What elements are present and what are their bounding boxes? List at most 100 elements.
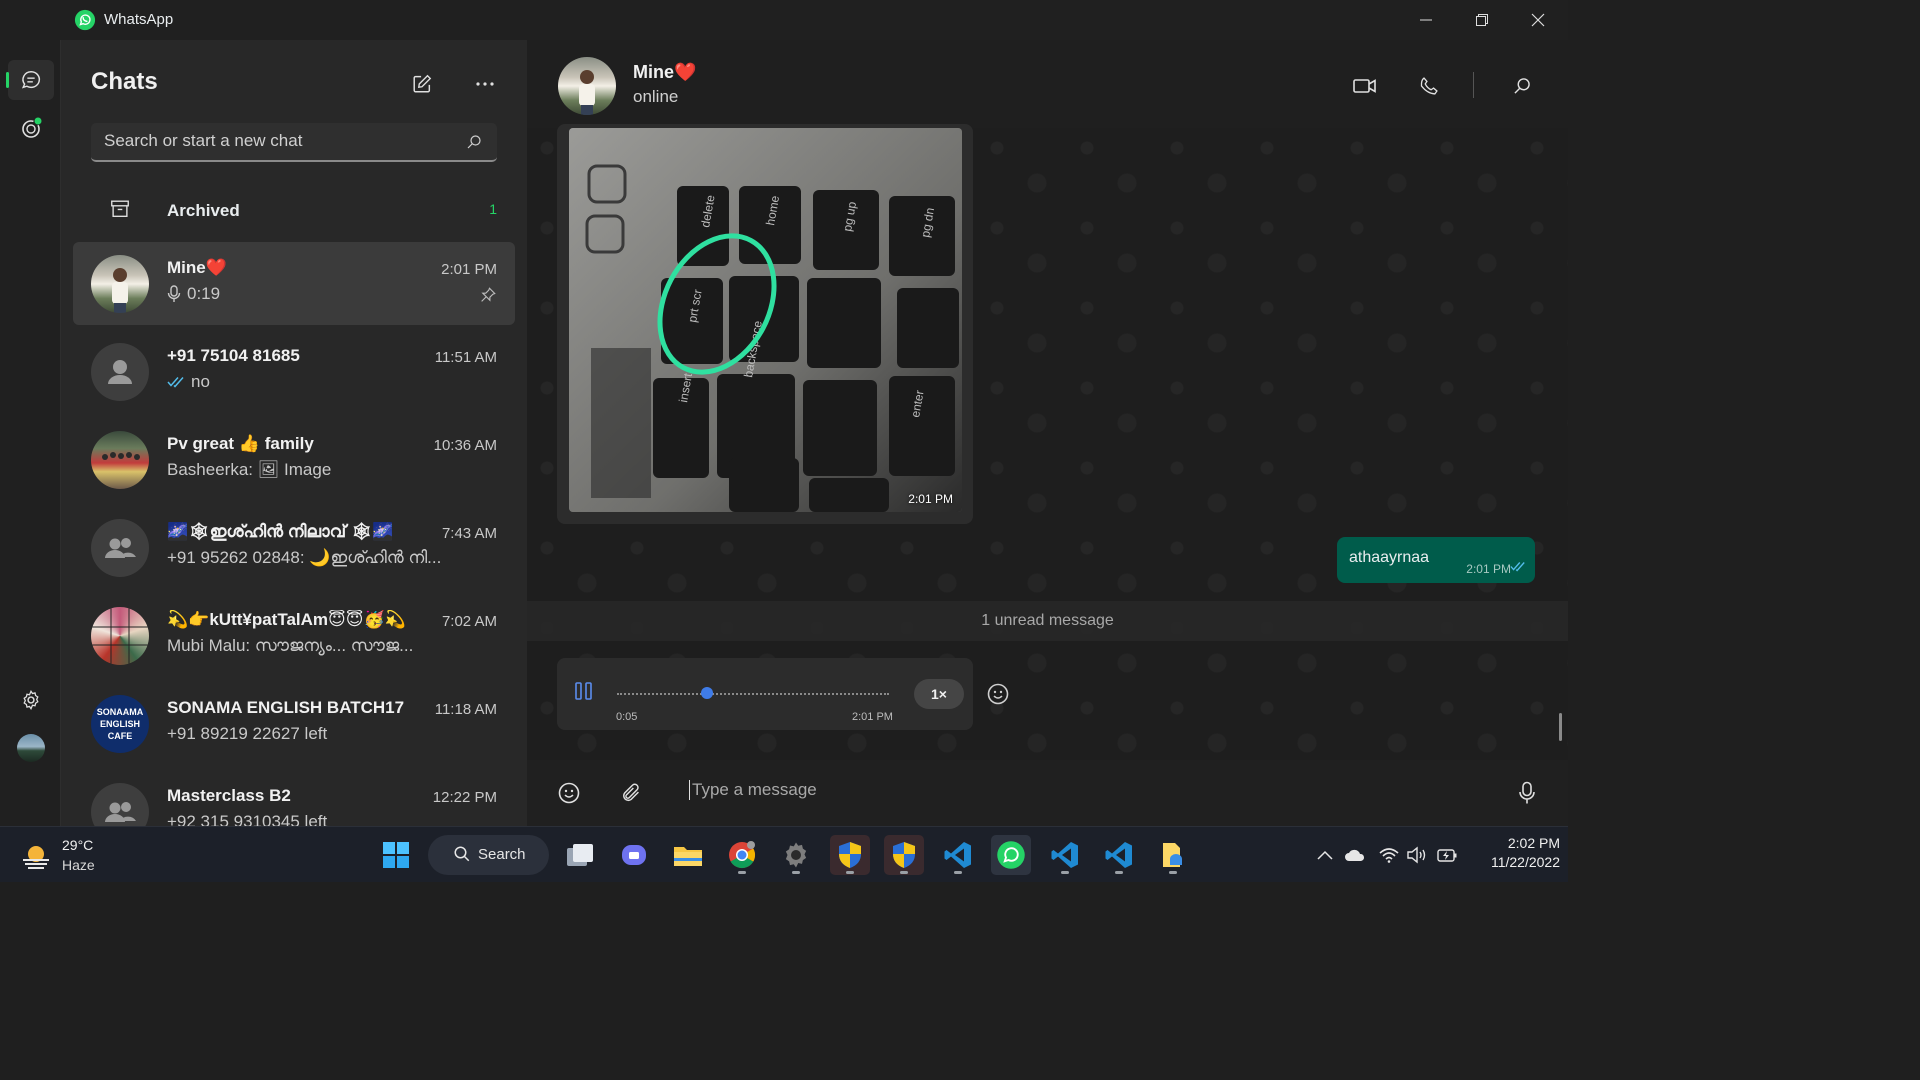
settings-app-button[interactable] [776, 835, 816, 875]
vscode-button-2[interactable] [1045, 835, 1085, 875]
avatar: SONAAMA ENGLISH CAFE [91, 695, 149, 753]
chat-item[interactable]: SONAAMA ENGLISH CAFE SONAMA ENGLISH BATC… [73, 682, 515, 765]
emoji-icon [558, 782, 580, 804]
outgoing-message[interactable]: athaayrnaa 2:01 PM [1337, 537, 1535, 583]
chat-item[interactable]: 🌌🕸ഇശ്ഹിൻ നിലാവ് 🕸🌌 7:43 AM +91 95262 028… [73, 506, 515, 589]
rail-settings-button[interactable] [8, 680, 54, 720]
outgoing-message-time: 2:01 PM [1466, 562, 1511, 576]
message-input[interactable] [689, 780, 1469, 800]
minimize-button[interactable] [1404, 6, 1448, 34]
archived-count: 1 [489, 201, 497, 217]
scrollbar-thumb[interactable] [1559, 713, 1562, 741]
teams-chat-button[interactable] [614, 835, 654, 875]
weather-condition: Haze [62, 857, 95, 873]
voice-call-button[interactable] [1415, 72, 1443, 100]
default-group-icon [105, 538, 136, 558]
system-clock[interactable]: 2:02 PM 11/22/2022 [1470, 835, 1560, 870]
voice-message-time: 2:01 PM [852, 711, 893, 723]
chat-item[interactable]: Pv great 👍 family 10:36 AM Basheerka: 🖼 … [73, 418, 515, 501]
whatsapp-taskbar-button[interactable] [991, 835, 1031, 875]
react-button[interactable] [986, 682, 1010, 711]
avatar [91, 431, 149, 489]
playback-speed-button[interactable]: 1× [914, 679, 964, 709]
rail-profile-button[interactable] [8, 728, 54, 768]
archived-row[interactable]: Archived 1 [73, 188, 515, 232]
security-app-button-2[interactable] [884, 835, 924, 875]
collage-photo-icon [91, 607, 149, 665]
chat-item[interactable]: +91 75104 81685 11:51 AM no [73, 330, 515, 413]
avatar-logo-text: SONAAMA ENGLISH CAFE [96, 707, 144, 741]
taskbar-search[interactable]: Search [428, 835, 549, 875]
clock-date: 11/22/2022 [1490, 854, 1560, 870]
chat-item-mine[interactable]: Mine❤️ 2:01 PM 0:19 [73, 242, 515, 325]
avatar [91, 607, 149, 665]
chat-preview: 0:19 [167, 284, 487, 304]
search-chat-button[interactable] [1508, 72, 1536, 100]
contact-avatar[interactable] [558, 57, 616, 115]
chat-preview: Mubi Malu: സൗജന്യം... സൗജ... [167, 636, 487, 656]
double-check-icon [167, 377, 184, 388]
vscode-button[interactable] [938, 835, 978, 875]
settings-icon [23, 689, 39, 711]
onedrive-button[interactable] [1343, 843, 1367, 867]
weather-widget[interactable]: 29°C Haze [20, 835, 110, 875]
search-icon [1514, 78, 1530, 94]
battery-button[interactable] [1436, 843, 1460, 867]
wifi-button[interactable] [1377, 843, 1401, 867]
default-group-icon [105, 802, 136, 822]
file-explorer-button[interactable] [668, 835, 708, 875]
image-message[interactable]: delete home pg up pg dn prt scr backspac… [557, 124, 973, 524]
chrome-icon [729, 841, 756, 869]
vscode-button-3[interactable] [1099, 835, 1139, 875]
file-folder-icon [1163, 843, 1182, 867]
search-input[interactable] [104, 131, 444, 151]
more-options-button[interactable] [471, 70, 499, 98]
rail-status-button[interactable] [8, 108, 54, 148]
emoji-button[interactable] [556, 780, 582, 806]
files-app-button[interactable] [1153, 835, 1193, 875]
keyboard-photo[interactable]: delete home pg up pg dn prt scr backspac… [569, 128, 962, 512]
task-view-button[interactable] [560, 835, 600, 875]
search-icon[interactable] [465, 133, 483, 151]
conversation-header[interactable]: Mine❤️ online [527, 40, 1568, 128]
shield-icon [893, 842, 915, 868]
chrome-button[interactable] [722, 835, 762, 875]
chat-name: +91 75104 81685 [167, 346, 300, 365]
chat-preview: +91 95262 02848: 🌙ഇശ്ഹിൻ നി... [167, 548, 487, 568]
video-call-button[interactable] [1351, 72, 1379, 100]
unread-banner: 1 unread message [527, 601, 1568, 641]
chat-item[interactable]: Masterclass B2 12:22 PM +92 315 9310345 … [73, 770, 515, 826]
speaker-icon [1407, 846, 1426, 864]
message-composer [527, 760, 1568, 826]
new-chat-button[interactable] [408, 70, 436, 98]
avatar [91, 519, 149, 577]
volume-button[interactable] [1406, 843, 1430, 867]
weather-temp: 29°C [62, 837, 94, 853]
image-message-time: 2:01 PM [908, 492, 953, 506]
group-photo-icon [102, 452, 140, 460]
start-button[interactable] [376, 835, 416, 875]
voice-progress-handle[interactable] [700, 687, 713, 699]
chat-preview-text: Mubi Malu: സൗജന്യം... സൗജ... [167, 636, 414, 655]
restore-button[interactable] [1460, 6, 1504, 34]
voice-progress-track[interactable] [617, 693, 889, 695]
gear-icon [785, 842, 807, 868]
paperclip-icon [623, 783, 639, 802]
header-divider [1473, 72, 1474, 98]
voice-record-button[interactable] [1514, 780, 1540, 806]
panel-title: Chats [91, 68, 158, 95]
windows-taskbar: 29°C Haze Search 2:02 PM 11/22/2022 [0, 826, 1568, 882]
chat-name: SONAMA ENGLISH BATCH17 [167, 698, 405, 717]
chat-time: 11:18 AM [434, 701, 497, 718]
pause-button[interactable] [573, 680, 595, 707]
close-button[interactable] [1516, 6, 1560, 34]
rail-chats-button[interactable] [6, 60, 54, 100]
contact-name: Mine❤️ [633, 62, 697, 82]
security-app-button[interactable] [830, 835, 870, 875]
whatsapp-icon [997, 841, 1025, 869]
search-icon [454, 846, 470, 862]
taskbar-search-label: Search [478, 846, 526, 863]
tray-overflow-button[interactable] [1313, 843, 1337, 867]
chat-item[interactable]: 💫👉kUtt¥patTalAm😇😇🥳💫 7:02 AM Mubi Malu: സ… [73, 594, 515, 677]
attach-button[interactable] [619, 780, 645, 806]
